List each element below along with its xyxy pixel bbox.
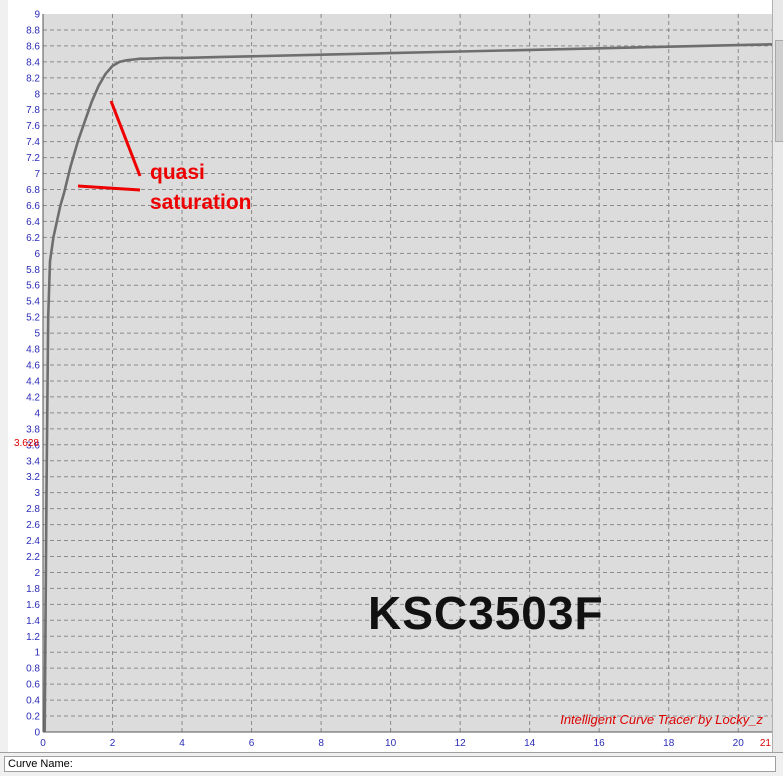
status-bar: Curve Name: [0,752,783,776]
x-tick-label: 2 [110,738,116,749]
y-tick-label: 1.6 [26,600,40,611]
y-tick-label: 2.4 [26,536,40,547]
y-tick-label: 8.2 [26,73,40,84]
y-tick-label: 5 [34,329,40,340]
y-tick-label: 5.2 [26,313,40,324]
x-tick-label: 18 [663,738,675,749]
device-label: KSC3503F [368,587,604,639]
scrollbar-thumb[interactable] [775,40,783,142]
y-tick-label: 6.6 [26,201,40,212]
y-tick-label: 7.6 [26,121,40,132]
y-tick-label: 7 [34,169,40,180]
y-tick-label: 7.8 [26,105,40,116]
curve-name-field[interactable]: Curve Name: [4,756,776,772]
y-tick-label: 6.2 [26,233,40,244]
watermark-text: Intelligent Curve Tracer by Locky_z [560,712,763,727]
x-tick-label: 8 [318,738,324,749]
y-tick-label: 4.8 [26,345,40,356]
y-tick-label: 8.6 [26,41,40,52]
y-tick-label: 6.4 [26,217,40,228]
y-tick-label: 8.8 [26,25,40,36]
y-tick-label: 9 [34,10,40,21]
y-tick-label: 7.2 [26,153,40,164]
cursor-y-readout: 3.628 [14,438,39,449]
y-tick-label: 0.4 [26,696,40,707]
y-tick-label: 2.2 [26,552,40,563]
y-tick-label: 6.8 [26,185,40,196]
y-tick-label: 1 [34,648,40,659]
y-tick-label: 4 [34,408,40,419]
y-tick-label: 4.2 [26,392,40,403]
y-tick-label: 1.2 [26,632,40,643]
x-tick-label: 4 [179,738,185,749]
y-tick-label: 2.8 [26,504,40,515]
y-tick-label: 6 [34,249,40,260]
x-tick-label: 20 [733,738,745,749]
curve-chart: 0 2 4 6 8 10 12 14 16 18 20 21 0 0.2 0.4 0.6 0.8 1 1.2 1.4 1… [14,10,774,749]
y-tick-label: 3.2 [26,472,40,483]
y-tick-label: 8 [34,89,40,100]
y-tick-label: 5.6 [26,281,40,292]
x-tick-label: 6 [249,738,255,749]
y-tick-label: 3.8 [26,424,40,435]
y-tick-label: 3 [34,488,40,499]
y-tick-label: 2.6 [26,520,40,531]
annotation-saturation: saturation [150,191,252,214]
x-tick-label: 10 [385,738,397,749]
y-tick-label: 5.4 [26,297,40,308]
vertical-scrollbar[interactable] [772,0,783,752]
x-tick-label: 16 [594,738,606,749]
y-tick-label: 4.6 [26,361,40,372]
y-tick-label: 7.4 [26,137,40,148]
y-tick-label: 8.4 [26,57,40,68]
y-tick-label: 0.8 [26,664,40,675]
y-tick-label: 2 [34,568,40,579]
curve-name-label: Curve Name: [8,758,73,770]
x-tick-label: 14 [524,738,536,749]
annotation-quasi: quasi [150,161,205,184]
y-tick-label: 4.4 [26,376,40,387]
plot-frame: 0 2 4 6 8 10 12 14 16 18 20 21 0 0.2 0.4 0.6 0.8 1 1.2 1.4 1… [8,0,774,752]
y-tick-label: 5.8 [26,265,40,276]
x-end-label: 21 [760,738,772,749]
x-tick-label: 12 [455,738,467,749]
y-tick-label: 0 [34,728,40,739]
x-tick-label: 0 [40,738,46,749]
y-tick-label: 3.4 [26,456,40,467]
y-tick-label: 0.6 [26,680,40,691]
y-tick-label: 1.4 [26,616,40,627]
y-tick-label: 0.2 [26,712,40,723]
y-tick-label: 1.8 [26,584,40,595]
